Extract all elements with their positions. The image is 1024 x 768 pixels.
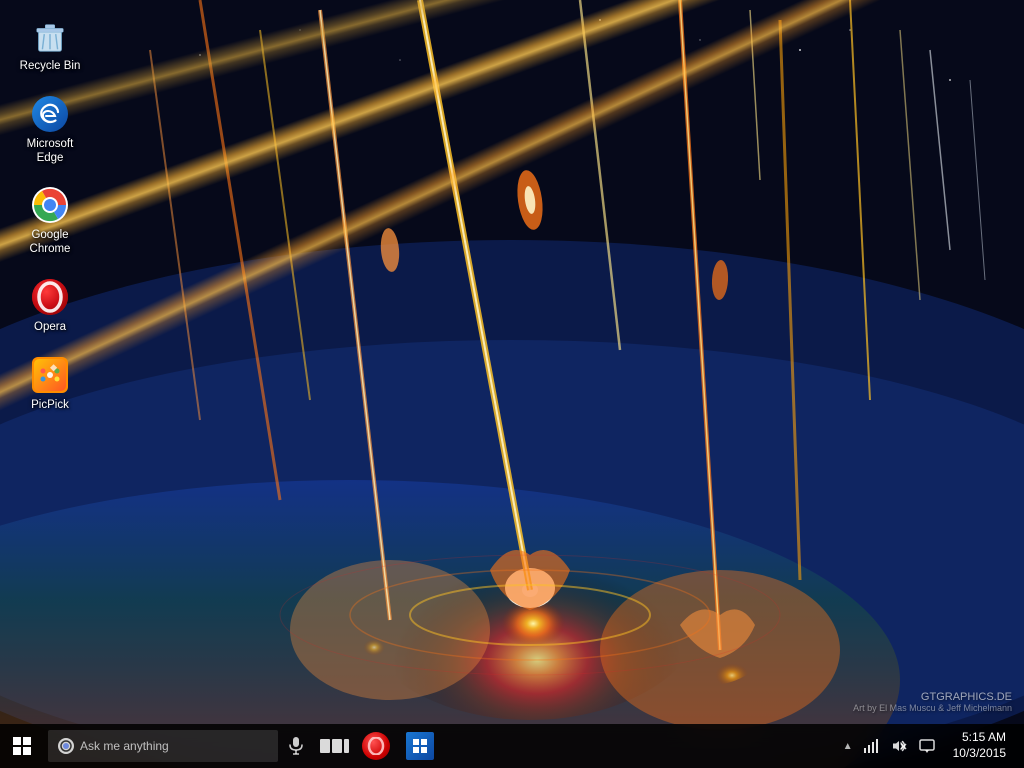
task-view-rect-2 (332, 739, 342, 753)
opera-taskbar-icon (362, 732, 390, 760)
windows-logo (13, 737, 31, 755)
opera-image (30, 277, 70, 317)
edge-logo (32, 96, 68, 132)
opera-label: Opera (34, 321, 66, 335)
picpick-label: PicPick (31, 399, 69, 413)
clock[interactable]: 5:15 AM 10/3/2015 (943, 724, 1016, 768)
microphone-icon (288, 736, 304, 756)
mini-quad-br (421, 747, 427, 753)
cortana-mic-button[interactable] (278, 724, 314, 768)
system-tray: ▲ (841, 724, 1024, 768)
wallpaper (0, 0, 1024, 768)
desktop-icons: Recycle Bin Microsoft Edge (10, 10, 90, 419)
volume-icon (891, 739, 907, 753)
start-button[interactable] (0, 724, 44, 768)
task-view-button[interactable] (314, 724, 354, 768)
cortana-icon (60, 740, 72, 752)
task-view-icon (320, 739, 349, 753)
task-view-rect-1 (320, 739, 330, 753)
tray-overflow-arrow[interactable]: ▲ (841, 741, 855, 752)
task-view-rect-3 (344, 739, 349, 753)
picpick-icon[interactable]: PicPick (10, 349, 90, 419)
network-icon (863, 739, 879, 753)
google-chrome-label: Google Chrome (14, 229, 86, 257)
earth-curve (0, 318, 612, 678)
clock-date: 10/3/2015 (953, 746, 1006, 762)
action-center-tray-icon[interactable] (915, 724, 939, 768)
taskbar-opera[interactable] (354, 724, 398, 768)
windows-logo-quad-bl (13, 747, 21, 755)
microsoft-edge-icon[interactable]: Microsoft Edge (10, 88, 90, 172)
windows-logo-quad-tr (23, 737, 31, 745)
picpick-image (30, 355, 70, 395)
action-center-icon (919, 739, 935, 754)
recycle-bin-icon[interactable]: Recycle Bin (10, 10, 90, 80)
opera-icon[interactable]: Opera (10, 271, 90, 341)
recycle-bin-label: Recycle Bin (20, 60, 81, 74)
windows-logo-quad-br (23, 747, 31, 755)
meteor-overlay (0, 0, 1024, 768)
google-chrome-icon[interactable]: Google Chrome (10, 179, 90, 263)
google-chrome-image (30, 185, 70, 225)
search-placeholder: Ask me anything (80, 739, 169, 753)
mini-quad-tr (421, 739, 427, 745)
windows-logo-quad-tl (13, 737, 21, 745)
windows-mini-logo (413, 739, 427, 753)
desktop: Recycle Bin Microsoft Edge (0, 0, 1024, 768)
clock-time: 5:15 AM (962, 730, 1006, 746)
recycle-bin-svg (31, 17, 69, 55)
windows-app-taskbar-icon (406, 732, 434, 760)
microsoft-edge-label: Microsoft Edge (14, 138, 86, 166)
mini-quad-tl (413, 739, 419, 745)
volume-tray-icon[interactable] (887, 724, 911, 768)
microsoft-edge-image (30, 94, 70, 134)
recycle-bin-image (30, 16, 70, 56)
taskbar: Ask me anything (0, 724, 1024, 768)
search-bar[interactable]: Ask me anything (48, 730, 278, 762)
network-tray-icon[interactable] (859, 724, 883, 768)
cortana-circle (58, 738, 74, 754)
mini-quad-bl (413, 747, 419, 753)
taskbar-windows-app[interactable] (398, 724, 442, 768)
